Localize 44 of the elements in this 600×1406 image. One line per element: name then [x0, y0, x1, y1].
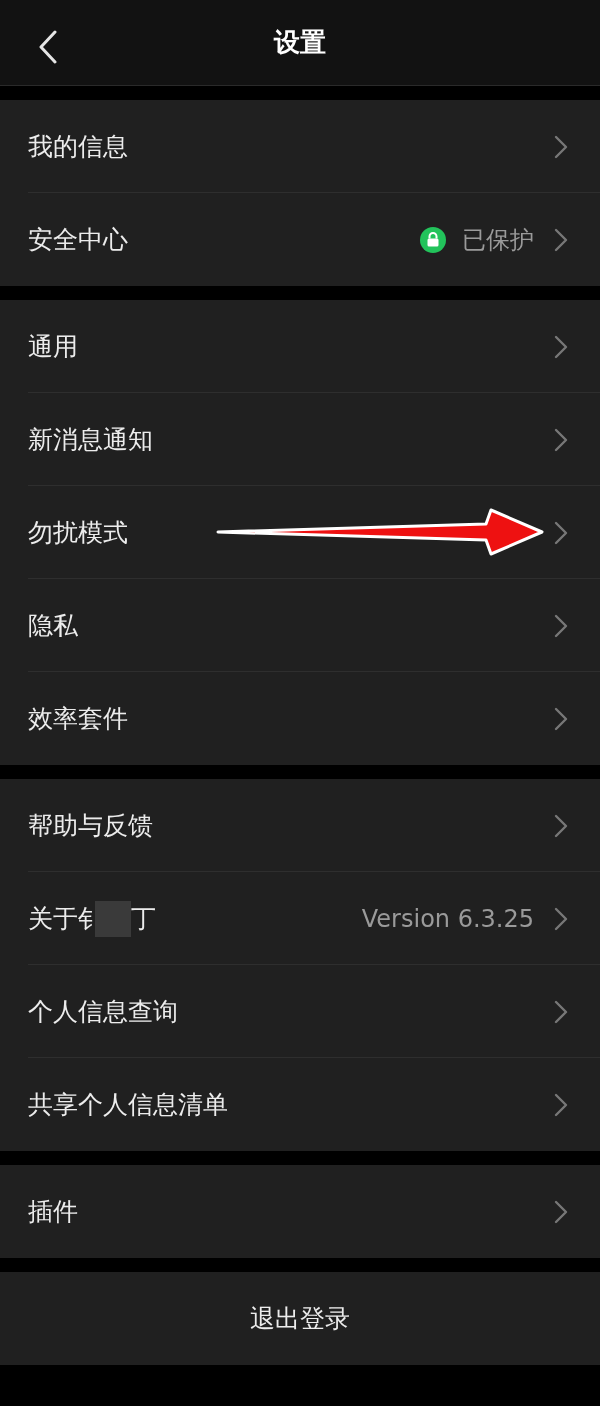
chevron-right-icon [554, 999, 568, 1024]
chevron-right-icon [554, 134, 568, 159]
logout-button[interactable]: 退出登录 [0, 1272, 600, 1365]
chevron-right-icon [554, 1199, 568, 1224]
row-label: 隐私 [28, 609, 78, 642]
row-label: 个人信息查询 [28, 995, 178, 1028]
settings-row[interactable]: 共享个人信息清单 [0, 1058, 600, 1151]
settings-row[interactable]: 新消息通知 [0, 393, 600, 486]
row-label: 新消息通知 [28, 423, 153, 456]
row-label: 插件 [28, 1195, 78, 1228]
settings-row[interactable]: 效率套件 [0, 672, 600, 765]
settings-row[interactable]: 帮助与反馈 [0, 779, 600, 872]
row-label: 共享个人信息清单 [28, 1088, 228, 1121]
row-label-end: 丁 [131, 902, 156, 935]
chevron-right-icon [554, 813, 568, 838]
page-title: 设置 [274, 26, 326, 59]
chevron-right-icon [554, 427, 568, 452]
settings-row[interactable]: 通用 [0, 300, 600, 393]
chevron-right-icon [554, 613, 568, 638]
row-label: 我的信息 [28, 130, 128, 163]
row-label: 帮助与反馈 [28, 809, 153, 842]
settings-row[interactable]: 关于钅 丁 Version 6.3.25 [0, 872, 600, 965]
settings-row[interactable]: 插件 [0, 1165, 600, 1258]
back-icon[interactable] [38, 30, 58, 64]
row-label: 关于钅 [28, 902, 103, 935]
row-label: 勿扰模式 [28, 516, 128, 549]
settings-row[interactable]: 隐私 [0, 579, 600, 672]
chevron-right-icon [554, 906, 568, 931]
chevron-right-icon [554, 334, 568, 359]
chevron-right-icon [554, 520, 568, 545]
row-value: Version 6.3.25 [361, 903, 534, 935]
row-label: 安全中心 [28, 223, 128, 256]
lock-icon [420, 226, 446, 253]
redaction-block [95, 900, 131, 937]
row-label: 通用 [28, 330, 78, 363]
row-value: 已保护 [462, 224, 534, 256]
settings-row[interactable]: 勿扰模式 [0, 486, 600, 579]
settings-row[interactable]: 安全中心 已保护 [0, 193, 600, 286]
chevron-right-icon [554, 227, 568, 252]
chevron-right-icon [554, 706, 568, 731]
settings-row[interactable]: 我的信息 [0, 100, 600, 193]
chevron-right-icon [554, 1092, 568, 1117]
settings-row[interactable]: 个人信息查询 [0, 965, 600, 1058]
row-label: 效率套件 [28, 702, 128, 735]
